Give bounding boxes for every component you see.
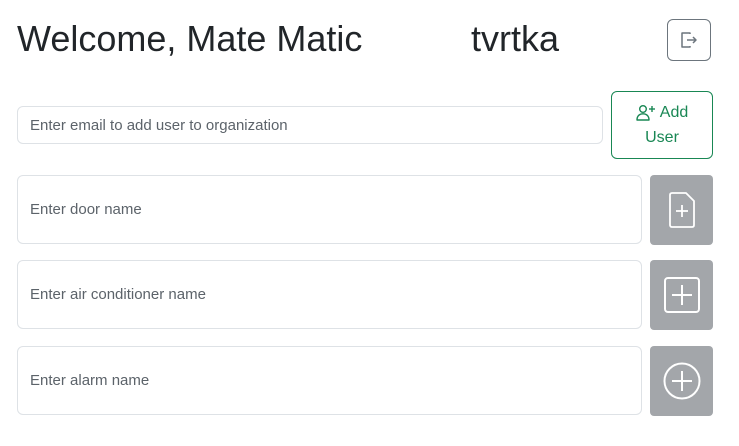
add-user-button[interactable]: Add User <box>611 91 713 159</box>
alarm-row <box>17 346 713 416</box>
email-input[interactable] <box>17 106 603 144</box>
plus-circle-icon <box>663 362 700 400</box>
file-plus-icon <box>668 192 695 228</box>
person-plus-icon <box>636 104 655 121</box>
organization-name: tvrtka <box>471 18 560 59</box>
plus-square-icon <box>663 277 700 313</box>
air-conditioner-row <box>17 260 713 330</box>
add-door-button[interactable] <box>650 175 713 245</box>
door-row <box>17 175 713 245</box>
add-air-conditioner-button[interactable] <box>650 260 713 330</box>
add-alarm-button[interactable] <box>650 346 713 416</box>
add-user-label-line1: Add <box>659 104 689 121</box>
alarm-name-input[interactable] <box>17 346 642 415</box>
air-conditioner-name-input[interactable] <box>17 260 642 329</box>
door-name-input[interactable] <box>17 175 642 244</box>
logout-button[interactable] <box>667 19 711 61</box>
add-user-label-line2: User <box>645 129 679 146</box>
welcome-heading: Welcome, Mate Matic <box>17 18 363 59</box>
box-arrow-right-icon <box>681 32 697 48</box>
